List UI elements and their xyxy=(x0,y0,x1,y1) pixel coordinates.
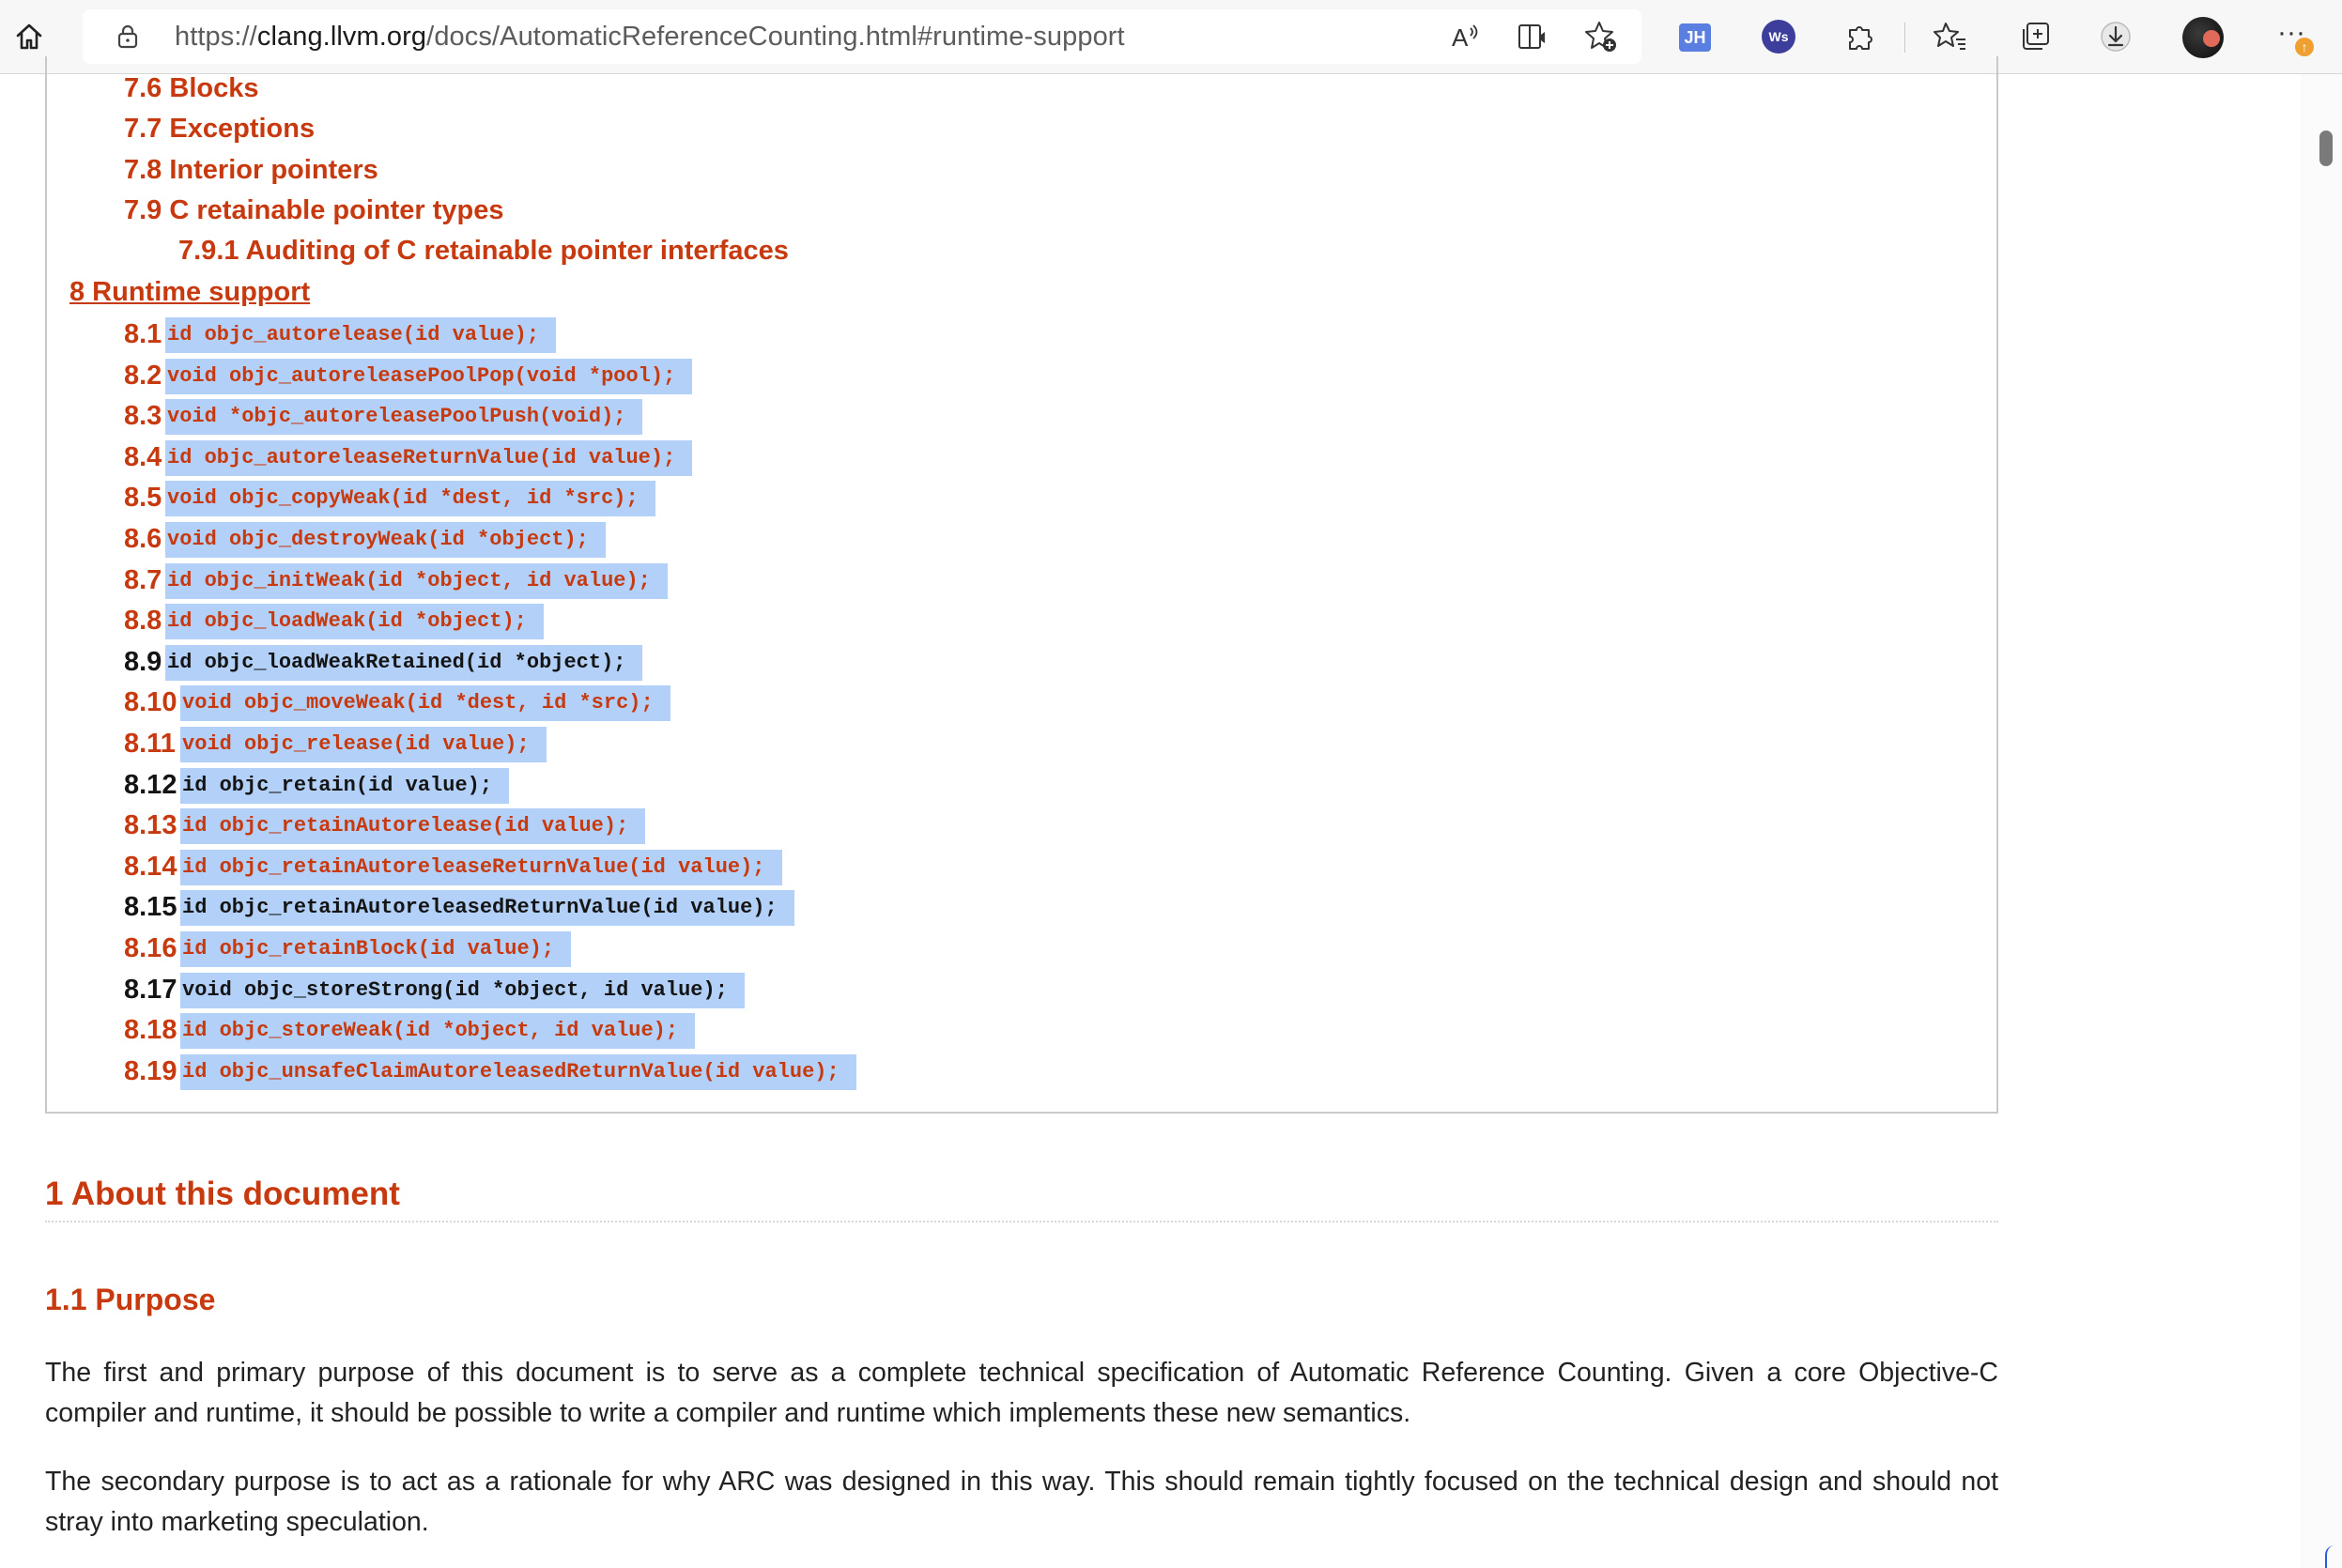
toc-function-number: 8.6 xyxy=(124,524,162,554)
toc-function-number: 8.15 xyxy=(124,892,177,923)
toc-function-signature: void objc_storeStrong(id *object, id val… xyxy=(180,972,745,1008)
toc-function-number: 8.2 xyxy=(124,360,162,391)
toc-function-number: 8.9 xyxy=(124,646,162,677)
toc-function-signature: id objc_unsafeClaimAutoreleasedReturnVal… xyxy=(180,1053,856,1090)
profile-avatar[interactable] xyxy=(2182,17,2224,58)
toc-function-signature: id objc_retainBlock(id value); xyxy=(180,931,572,967)
toc-function-signature: id objc_retainAutorelease(id value); xyxy=(180,808,646,845)
purpose-paragraph-2: The secondary purpose is to act as a rat… xyxy=(45,1462,1998,1543)
section-heading-about: 1 About this document xyxy=(45,1176,400,1212)
subsection-heading-purpose: 1.1 Purpose xyxy=(45,1283,216,1316)
downloads-icon[interactable] xyxy=(2096,17,2135,56)
lock-icon[interactable] xyxy=(115,23,141,50)
toc-function-number: 8.13 xyxy=(124,810,177,841)
toc-function-signature: void objc_release(id value); xyxy=(180,727,547,762)
toc-function-number: 8.18 xyxy=(124,1015,177,1046)
toc-function-signature: id objc_loadWeakRetained(id *object); xyxy=(165,644,643,681)
paragraph-line: The first and primary purpose of this do… xyxy=(45,1358,1998,1388)
toc-function-number: 8.1 xyxy=(124,319,162,349)
toc-function-signature: void objc_destroyWeak(id *object); xyxy=(165,522,606,558)
toc-function-number: 8.3 xyxy=(124,401,162,432)
paragraph-line: stray into marketing speculation. xyxy=(45,1507,429,1537)
toc-function-number: 8.8 xyxy=(124,606,162,637)
purpose-paragraph-1: The first and primary purpose of this do… xyxy=(45,1353,1998,1434)
url-text[interactable]: https://clang.llvm.org/docs/AutomaticRef… xyxy=(175,22,1125,53)
immersive-reader-icon[interactable] xyxy=(1514,17,1553,56)
collections-icon[interactable] xyxy=(2015,17,2055,56)
toc-function-number: 8.16 xyxy=(124,933,177,963)
home-icon[interactable] xyxy=(9,17,49,56)
toc-function-number: 8.5 xyxy=(124,483,162,514)
toc-function-number: 8.7 xyxy=(124,564,162,595)
paragraph-line: The secondary purpose is to act as a rat… xyxy=(45,1467,1998,1497)
svg-text:A: A xyxy=(1452,23,1469,52)
extensions-icon[interactable] xyxy=(1841,17,1880,56)
toc-link-runtime-support[interactable]: 8 Runtime support xyxy=(69,277,310,308)
toc-function-signature: id objc_loadWeak(id *object); xyxy=(165,604,544,640)
toc-function-signature: void objc_copyWeak(id *dest, id *src); xyxy=(165,481,655,517)
paragraph-line: compiler and runtime, it should be possi… xyxy=(45,1398,1411,1428)
toc-link-c-retainable-pointer-types[interactable]: 7.9 C retainable pointer types xyxy=(124,195,504,226)
toc-function-number: 8.4 xyxy=(124,441,162,472)
toc-link-blocks[interactable]: 7.6 Blocks xyxy=(124,73,258,104)
url-prefix: https:// xyxy=(175,22,257,52)
toc-function-signature: void objc_autoreleasePoolPop(void *pool)… xyxy=(165,358,693,394)
toc-function-number: 8.11 xyxy=(124,729,176,759)
toc-function-signature: id objc_autorelease(id value); xyxy=(165,317,557,353)
update-badge: ↑ xyxy=(2295,38,2314,56)
toolbar-divider xyxy=(1904,23,1905,53)
toc-function-signature: id objc_retainAutoreleaseReturnValue(id … xyxy=(180,849,782,885)
toc-function-signature: id objc_autoreleaseReturnValue(id value)… xyxy=(165,439,693,476)
toc-function-number: 8.10 xyxy=(124,687,177,718)
url-host: clang.llvm.org xyxy=(256,22,427,52)
extension-ws-icon[interactable]: Ws xyxy=(1762,20,1795,54)
read-aloud-icon[interactable]: A xyxy=(1446,17,1486,56)
toc-function-signature: void *objc_autoreleasePoolPush(void); xyxy=(165,399,643,436)
toc-function-number: 8.19 xyxy=(124,1055,177,1086)
toc-link-auditing[interactable]: 7.9.1 Auditing of C retainable pointer i… xyxy=(178,236,789,267)
toc-function-signature: id objc_initWeak(id *object, id value); xyxy=(165,562,668,599)
toc-function-signature: id objc_storeWeak(id *object, id value); xyxy=(180,1013,696,1050)
window-corner xyxy=(2325,1545,2342,1568)
favorites-icon[interactable] xyxy=(1931,17,1970,56)
url-path: /docs/AutomaticReferenceCounting.html#ru… xyxy=(426,22,1125,52)
toc-link-exceptions[interactable]: 7.7 Exceptions xyxy=(124,114,315,145)
toc-link-interior-pointers[interactable]: 7.8 Interior pointers xyxy=(124,155,378,186)
toc-function-number: 8.17 xyxy=(124,974,177,1005)
toc-function-number: 8.12 xyxy=(124,769,177,800)
toc-function-signature: id objc_retain(id value); xyxy=(180,767,510,804)
toc-function-signature: void objc_moveWeak(id *dest, id *src); xyxy=(180,685,670,722)
toc-function-number: 8.14 xyxy=(124,851,177,882)
toc-function-signature: id objc_retainAutoreleasedReturnValue(id… xyxy=(180,890,794,927)
heading-divider xyxy=(45,1221,1998,1222)
extension-jh-icon[interactable]: JH xyxy=(1679,23,1711,52)
page-scrollbar[interactable] xyxy=(2301,74,2342,1568)
add-favorite-icon[interactable] xyxy=(1581,17,1621,56)
scrollbar-thumb[interactable] xyxy=(2319,131,2333,166)
